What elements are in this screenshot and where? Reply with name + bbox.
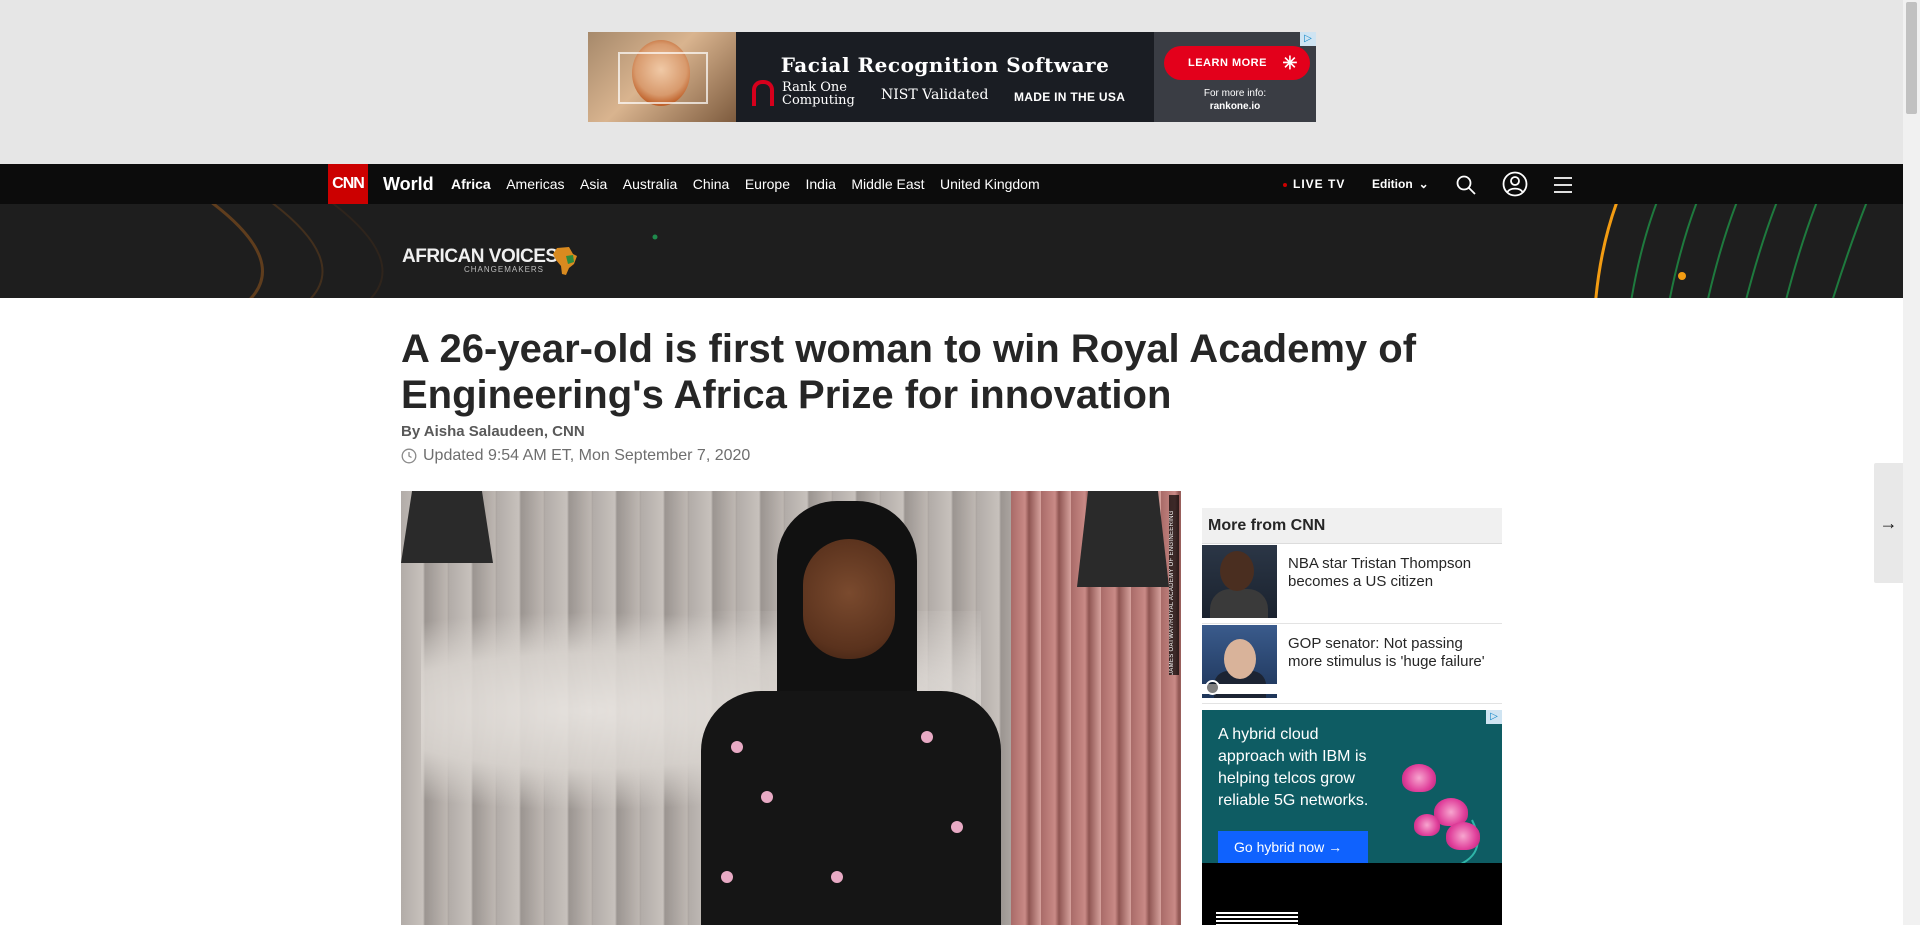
rail-thumbnail[interactable]: [1202, 545, 1277, 618]
rail-item[interactable]: NBA star Tristan Thompson becomes a US c…: [1202, 544, 1502, 624]
ad-brand: Rank One Computing: [782, 81, 882, 107]
ad-learn-more-button[interactable]: LEARN MORE ✳: [1164, 46, 1310, 80]
edition-label: Edition: [1372, 177, 1413, 191]
ad-learn-more-label: LEARN MORE: [1188, 57, 1267, 69]
top-navigation: CNN World Africa Americas Asia Australia…: [0, 164, 1903, 204]
facial-recognition-ad[interactable]: Facial Recognition Software Rank One Com…: [588, 32, 1316, 122]
nav-section-world[interactable]: World: [383, 164, 434, 204]
search-icon[interactable]: [1455, 174, 1477, 196]
adchoices-icon[interactable]: ▷: [1300, 32, 1316, 46]
article-headline: A 26-year-old is first woman to win Roya…: [401, 327, 1417, 417]
nav-link-asia[interactable]: Asia: [580, 164, 607, 204]
lamp-left: [401, 491, 493, 563]
ibm-ad[interactable]: ▷ A hybrid cloud approach with IBM is he…: [1202, 710, 1502, 925]
rail-heading: More from CNN: [1202, 508, 1502, 544]
hero-image[interactable]: JAMES OATWAY/ROYAL ACADEMY OF ENGINEERIN…: [401, 491, 1181, 925]
ibm-ad-text: A hybrid cloud approach with IBM is help…: [1218, 726, 1369, 809]
ibm-logo-icon: [1216, 912, 1298, 925]
ad-info-line: For more info:: [1203, 88, 1267, 99]
nav-link-middle-east[interactable]: Middle East: [851, 164, 924, 204]
article-timestamp: Updated 9:54 AM ET, Mon September 7, 202…: [401, 447, 750, 465]
live-tv-link[interactable]: LIVE TV: [1283, 164, 1345, 204]
ad-made-in-usa: MADE IN THE USA: [1014, 90, 1126, 104]
nav-links: Africa Americas Asia Australia China Eur…: [451, 164, 1055, 204]
lamp-right: [1077, 491, 1169, 587]
user-icon[interactable]: [1502, 171, 1528, 197]
nav-link-africa[interactable]: Africa: [451, 164, 491, 204]
african-voices-banner[interactable]: AFRICAN VOICES CHANGEMAKERS: [0, 204, 1903, 298]
play-icon: [1205, 680, 1220, 695]
adchoices-icon[interactable]: ▷: [1486, 710, 1502, 724]
ad-right-panel: LEARN MORE ✳ For more info: rankone.io: [1154, 32, 1316, 122]
page-scrollbar[interactable]: [1903, 0, 1920, 925]
ad-photo: [588, 32, 736, 122]
go-hybrid-button[interactable]: Go hybrid now →: [1218, 831, 1368, 863]
rail-item-title[interactable]: GOP senator: Not passing more stimulus i…: [1288, 635, 1498, 671]
rail-thumbnail[interactable]: [1202, 625, 1277, 698]
nav-link-india[interactable]: India: [806, 164, 836, 204]
menu-icon[interactable]: [1552, 174, 1574, 196]
rail-item-title[interactable]: NBA star Tristan Thompson becomes a US c…: [1288, 555, 1498, 591]
article-byline[interactable]: By Aisha Salaudeen, CNN: [401, 423, 585, 440]
photo-credit: JAMES OATWAY/ROYAL ACADEMY OF ENGINEERIN…: [1169, 495, 1179, 675]
nav-link-united-kingdom[interactable]: United Kingdom: [940, 164, 1040, 204]
rank-one-logo-icon: [752, 80, 774, 106]
scrollbar-thumb[interactable]: [1906, 2, 1917, 114]
sparkle-icon: ✳: [1282, 53, 1298, 73]
banner-subtitle: CHANGEMAKERS: [464, 265, 545, 274]
nav-link-australia[interactable]: Australia: [623, 164, 677, 204]
timestamp-text: Updated 9:54 AM ET, Mon September 7, 202…: [423, 447, 751, 464]
edition-dropdown[interactable]: Edition ⌄: [1372, 164, 1429, 204]
rail-item[interactable]: GOP senator: Not passing more stimulus i…: [1202, 624, 1502, 704]
ad-info-url: rankone.io: [1209, 101, 1261, 112]
live-dot-icon: [1283, 182, 1287, 187]
nav-link-china[interactable]: China: [693, 164, 730, 204]
ad-nist: NIST Validated: [881, 87, 989, 103]
nav-link-europe[interactable]: Europe: [745, 164, 790, 204]
ad-info: For more info: rankone.io: [1154, 87, 1316, 113]
nav-link-americas[interactable]: Americas: [506, 164, 564, 204]
clock-icon: [401, 448, 417, 464]
ad-brand-line2: Computing: [782, 93, 855, 108]
cnn-logo[interactable]: CNN: [328, 164, 368, 204]
banner-decoration: [211, 204, 1868, 298]
more-from-cnn: More from CNN NBA star Tristan Thompson …: [1202, 508, 1502, 704]
top-ad-band: Facial Recognition Software Rank One Com…: [0, 0, 1903, 164]
chevron-down-icon: ⌄: [1418, 177, 1429, 191]
next-article-arrow-icon[interactable]: →: [1874, 463, 1903, 583]
live-tv-label: LIVE TV: [1293, 177, 1346, 191]
ad-middle: Facial Recognition Software Rank One Com…: [736, 32, 1154, 122]
africa-map-icon: [553, 247, 577, 275]
